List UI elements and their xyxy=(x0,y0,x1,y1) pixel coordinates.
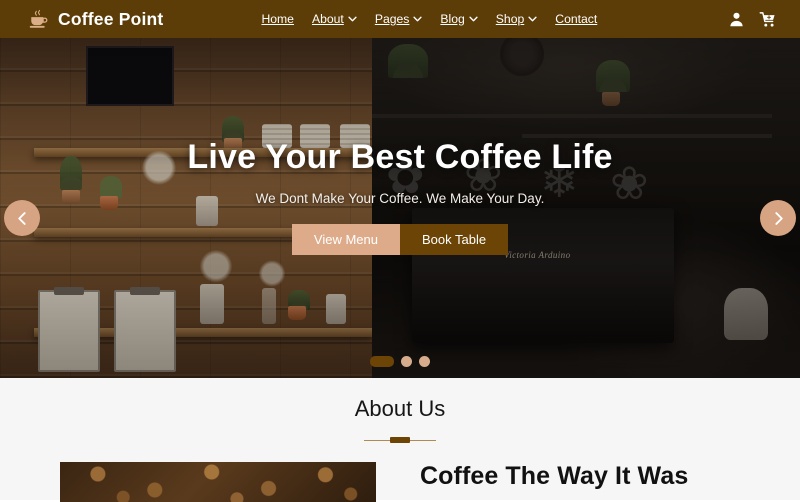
carousel-prev-button[interactable] xyxy=(4,200,40,236)
coffee-cup-icon xyxy=(28,9,50,29)
nav-item-shop[interactable]: Shop xyxy=(496,12,537,26)
hero-button-group: View Menu Book Table xyxy=(291,224,509,255)
brand-name: Coffee Point xyxy=(58,8,164,29)
hero-title: Live Your Best Coffee Life xyxy=(187,138,613,176)
carousel-indicators xyxy=(0,356,800,367)
carousel-dot-3[interactable] xyxy=(419,356,430,367)
site-header: Coffee Point Home About Pages Blog Shop xyxy=(0,0,800,38)
nav-item-label: Shop xyxy=(495,12,525,26)
nav-item-home[interactable]: Home xyxy=(261,12,294,26)
about-section: About Us Coffee The Way It Was xyxy=(0,378,800,502)
nav-item-blog[interactable]: Blog xyxy=(440,12,478,26)
carousel-next-button[interactable] xyxy=(760,200,796,236)
main-navigation: Home About Pages Blog Shop Contact xyxy=(261,12,597,26)
divider-accent xyxy=(390,437,410,443)
coffee-beans-image xyxy=(60,462,376,502)
brand-logo[interactable]: Coffee Point xyxy=(28,9,163,30)
nav-item-label: Home xyxy=(261,12,294,26)
carousel-dot-2[interactable] xyxy=(401,356,412,367)
hero-content: Live Your Best Coffee Life We Dont Make … xyxy=(0,38,800,378)
nav-item-label: About xyxy=(311,12,344,26)
nav-item-pages[interactable]: Pages xyxy=(375,12,423,26)
chevron-down-icon xyxy=(528,16,537,22)
chevron-down-icon xyxy=(348,16,357,22)
cart-add-icon[interactable] xyxy=(759,11,776,28)
chevron-right-icon xyxy=(772,211,785,225)
carousel-dot-1[interactable] xyxy=(370,356,394,367)
about-heading: Coffee The Way It Was xyxy=(420,462,689,490)
nav-item-label: Contact xyxy=(555,12,598,26)
nav-item-contact[interactable]: Contact xyxy=(555,12,597,26)
view-menu-button[interactable]: View Menu xyxy=(291,224,400,255)
user-icon[interactable] xyxy=(728,11,745,28)
about-section-title: About Us xyxy=(354,396,446,421)
about-content-row: Coffee The Way It Was xyxy=(0,462,800,502)
section-divider xyxy=(364,436,436,445)
book-table-button[interactable]: Book Table xyxy=(399,224,509,255)
nav-item-label: Pages xyxy=(374,12,410,26)
chevron-left-icon xyxy=(16,211,29,225)
nav-item-about[interactable]: About xyxy=(312,12,357,26)
chevron-down-icon xyxy=(413,16,423,22)
nav-item-label: Blog xyxy=(440,12,465,26)
header-actions xyxy=(728,0,776,38)
chevron-down-icon xyxy=(469,16,478,22)
hero-subtitle: We Dont Make Your Coffee. We Make Your D… xyxy=(255,191,545,206)
hero-carousel: ✿ ❀ ❄ ❀ Victoria Arduino Live Your Best … xyxy=(0,38,800,378)
